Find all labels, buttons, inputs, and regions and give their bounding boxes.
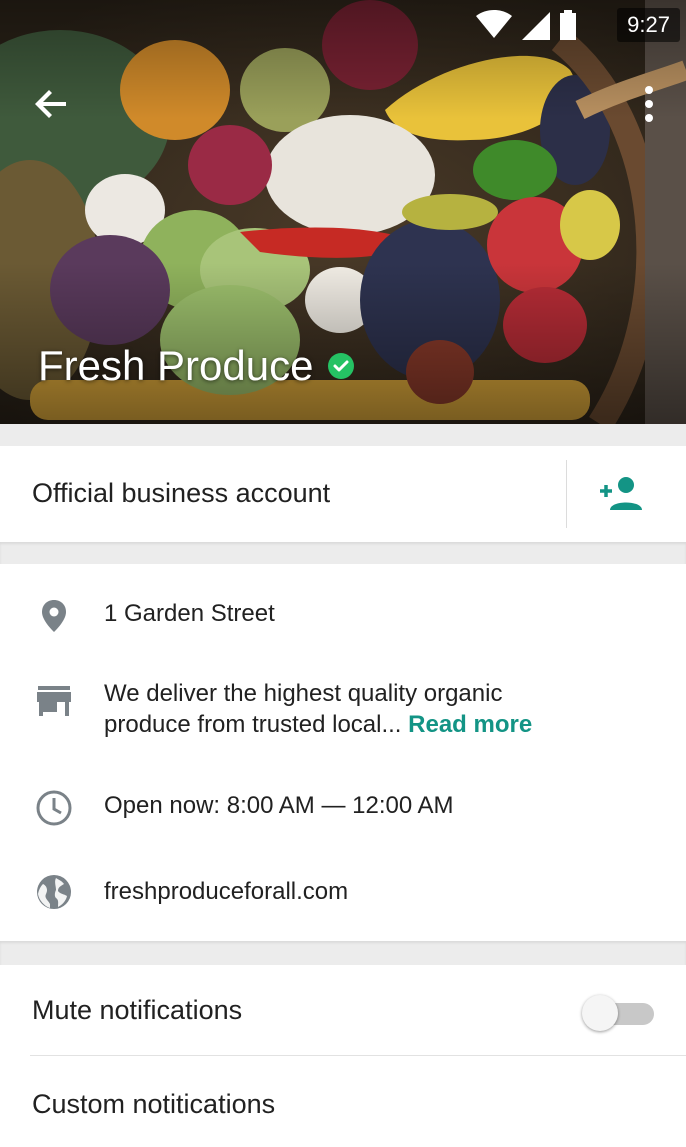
business-name: Fresh Produce bbox=[38, 342, 314, 389]
status-bar: 9:27 bbox=[0, 0, 686, 52]
custom-notifications-row[interactable]: Custom notitications bbox=[0, 1057, 686, 1147]
verified-badge-icon bbox=[328, 353, 355, 379]
description-line-2-text: produce from trusted local... bbox=[104, 711, 402, 738]
mute-notifications-label: Mute notifications bbox=[32, 995, 243, 1025]
business-info-list: 1 Garden Street We deliver the highest q… bbox=[0, 564, 686, 941]
row-separator bbox=[30, 1055, 686, 1056]
notification-settings: Mute notifications Custom notitications bbox=[0, 965, 686, 1139]
mute-notifications-toggle[interactable] bbox=[582, 993, 656, 1031]
custom-notifications-label: Custom notitications bbox=[32, 1089, 276, 1119]
business-account-label: Official business account bbox=[32, 478, 331, 508]
address-text: 1 Garden Street bbox=[104, 600, 275, 627]
vertical-divider bbox=[566, 460, 567, 528]
cellular-signal-icon bbox=[522, 12, 550, 40]
globe-icon bbox=[37, 875, 71, 909]
description-line-1: We deliver the highest quality organic bbox=[104, 680, 503, 707]
location-pin-icon bbox=[42, 600, 66, 632]
status-icons bbox=[476, 10, 576, 40]
toggle-thumb bbox=[582, 995, 618, 1031]
header-image: 9:27 Fresh Produce bbox=[0, 0, 686, 424]
hours-text: Open now: 8:00 AM — 12:00 AM bbox=[104, 792, 454, 819]
description-text: We deliver the highest quality organic p… bbox=[104, 678, 532, 740]
clock-icon bbox=[36, 790, 72, 826]
section-divider bbox=[0, 941, 686, 965]
section-divider bbox=[0, 424, 686, 446]
mute-notifications-row[interactable]: Mute notifications bbox=[0, 965, 686, 1056]
website-link[interactable]: freshproduceforall.com bbox=[104, 876, 348, 907]
business-account-row: Official business account bbox=[0, 446, 686, 542]
back-button[interactable] bbox=[30, 82, 74, 126]
battery-icon bbox=[560, 10, 576, 40]
more-options-button[interactable] bbox=[634, 82, 664, 126]
store-icon bbox=[37, 686, 71, 716]
more-vert-icon bbox=[645, 86, 653, 122]
profile-title: Fresh Produce bbox=[38, 342, 355, 390]
arrow-back-icon bbox=[35, 90, 66, 118]
status-time: 9:27 bbox=[617, 8, 680, 42]
add-contact-button[interactable] bbox=[598, 476, 646, 512]
wifi-icon bbox=[476, 10, 512, 38]
section-divider bbox=[0, 542, 686, 564]
description-line-2: produce from trusted local... Read more bbox=[104, 709, 532, 740]
read-more-link[interactable]: Read more bbox=[408, 711, 532, 738]
person-add-icon bbox=[600, 477, 642, 510]
